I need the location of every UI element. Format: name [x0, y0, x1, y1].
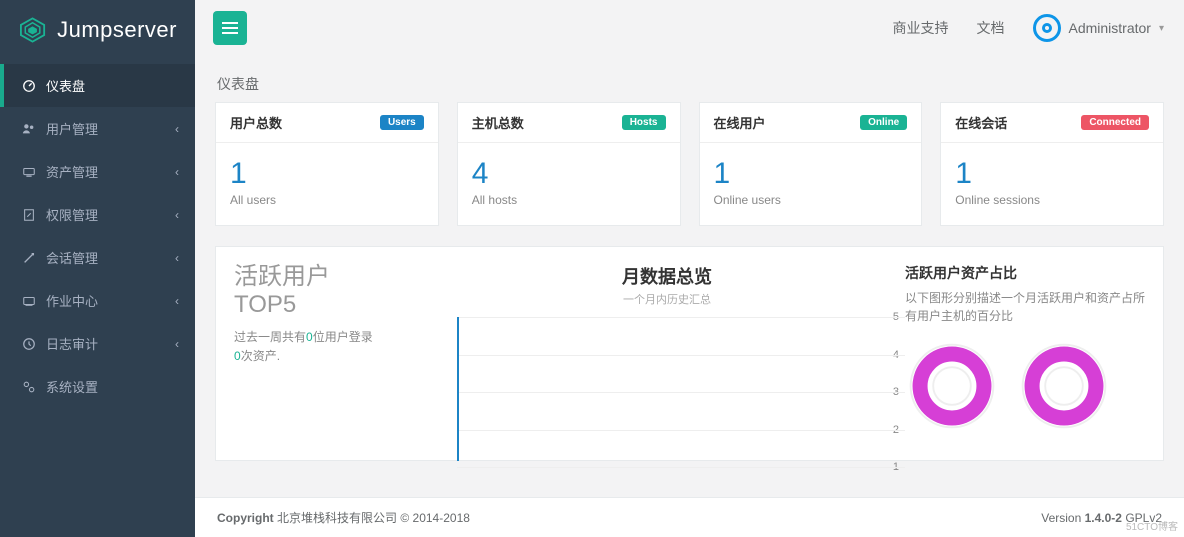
- support-link[interactable]: 商业支持: [893, 18, 949, 38]
- stat-users: 用户总数 Users 1 All users: [215, 102, 439, 226]
- sidebar-item-users[interactable]: 用户管理 ‹: [0, 107, 195, 150]
- stat-value: 1: [714, 157, 908, 191]
- sidebar-item-dashboard[interactable]: 仪表盘: [0, 64, 195, 107]
- stat-badge: Hosts: [622, 115, 666, 130]
- stat-sub: Online users: [714, 193, 908, 207]
- sidebar-item-label: 日志审计: [46, 334, 98, 353]
- chevron-left-icon: ‹: [175, 165, 179, 179]
- sidebar-nav: 仪表盘 用户管理 ‹ 资产管理 ‹ 权限管理 ‹ 会话管理 ‹: [0, 64, 195, 408]
- stat-title: 主机总数: [472, 113, 524, 132]
- ratio-title: 活跃用户资产占比: [905, 263, 1145, 283]
- stats-row: 用户总数 Users 1 All users 主机总数 Hosts 4 All host…: [215, 102, 1164, 226]
- users-icon: [22, 122, 36, 136]
- breadcrumb: 仪表盘: [195, 56, 1184, 102]
- sidebar-item-settings[interactable]: 系统设置: [0, 365, 195, 408]
- asset-icon: [22, 165, 36, 179]
- sidebar-item-logs[interactable]: 日志审计 ‹: [0, 322, 195, 365]
- stat-value: 1: [230, 157, 424, 191]
- stat-title: 用户总数: [230, 113, 282, 132]
- sidebar-item-label: 会话管理: [46, 248, 98, 267]
- chevron-left-icon: ‹: [175, 294, 179, 308]
- stat-title: 在线会话: [955, 113, 1007, 132]
- stat-online-users: 在线用户 Online 1 Online users: [699, 102, 923, 226]
- ratio-panel: 活跃用户资产占比 以下图形分别描述一个月活跃用户和资产占所有用户主机的百分比: [905, 263, 1145, 460]
- stat-hosts: 主机总数 Hosts 4 All hosts: [457, 102, 681, 226]
- stat-sub: Online sessions: [955, 193, 1149, 207]
- stat-value: 4: [472, 157, 666, 191]
- chevron-left-icon: ‹: [175, 337, 179, 351]
- stat-sub: All hosts: [472, 193, 666, 207]
- top5-panel: 活跃用户 TOP5 过去一周共有0位用户登录0次资产.: [234, 263, 429, 460]
- hamburger-icon: [222, 22, 238, 34]
- version: 1.4.0-2: [1085, 511, 1122, 525]
- brand-name: Jumpserver: [57, 17, 177, 43]
- log-icon: [22, 337, 36, 351]
- donut-assets: [1017, 339, 1111, 433]
- stat-title: 在线用户: [714, 113, 766, 132]
- user-name: Administrator: [1069, 20, 1151, 36]
- logo-icon: [18, 14, 47, 46]
- version-label: Version: [1041, 511, 1081, 525]
- user-menu[interactable]: Administrator ▾: [1033, 14, 1165, 42]
- sidebar-item-sessions[interactable]: 会话管理 ‹: [0, 236, 195, 279]
- sidebar-toggle-button[interactable]: [213, 11, 247, 45]
- sidebar-item-label: 资产管理: [46, 162, 98, 181]
- sidebar-item-label: 系统设置: [46, 377, 98, 396]
- donut-row: [905, 339, 1145, 433]
- dashboard-icon: [22, 79, 36, 93]
- chevron-left-icon: ‹: [175, 251, 179, 265]
- stat-badge: Online: [860, 115, 907, 130]
- sidebar-item-label: 作业中心: [46, 291, 98, 310]
- chevron-left-icon: ‹: [175, 208, 179, 222]
- monthly-chart: 12345: [429, 313, 905, 473]
- footer: Copyright 北京堆栈科技有限公司 © 2014-2018 Version…: [195, 497, 1184, 537]
- job-icon: [22, 294, 36, 308]
- stat-badge: Connected: [1081, 115, 1149, 130]
- sidebar-item-label: 仪表盘: [46, 76, 85, 95]
- settings-icon: [22, 380, 36, 394]
- top5-desc: 过去一周共有0位用户登录0次资产.: [234, 328, 429, 366]
- sidebar-item-permissions[interactable]: 权限管理 ‹: [0, 193, 195, 236]
- permission-icon: [22, 208, 36, 222]
- sidebar-item-label: 用户管理: [46, 119, 98, 138]
- chevron-left-icon: ‹: [175, 122, 179, 136]
- stat-sub: All users: [230, 193, 424, 207]
- session-icon: [22, 251, 36, 265]
- user-avatar-icon: [1033, 14, 1061, 42]
- stat-value: 1: [955, 157, 1149, 191]
- copyright-label: Copyright: [217, 511, 274, 525]
- brand[interactable]: Jumpserver: [0, 0, 195, 64]
- top5-title-line2: TOP5: [234, 291, 429, 319]
- stat-badge: Users: [380, 115, 424, 130]
- sidebar-item-label: 权限管理: [46, 205, 98, 224]
- ratio-desc: 以下图形分别描述一个月活跃用户和资产占所有用户主机的百分比: [905, 289, 1145, 325]
- sidebar: Jumpserver 仪表盘 用户管理 ‹ 资产管理 ‹ 权限管理 ‹: [0, 0, 195, 537]
- top5-title-line1: 活跃用户: [234, 263, 429, 291]
- monthly-title: 月数据总览: [429, 263, 905, 289]
- stat-sessions: 在线会话 Connected 1 Online sessions: [940, 102, 1164, 226]
- monthly-panel: 月数据总览 一个月内历史汇总 12345: [429, 263, 905, 460]
- sidebar-item-assets[interactable]: 资产管理 ‹: [0, 150, 195, 193]
- monthly-sub: 一个月内历史汇总: [429, 291, 905, 307]
- analytics-row: 活跃用户 TOP5 过去一周共有0位用户登录0次资产. 月数据总览 一个月内历史…: [215, 246, 1164, 461]
- main: 商业支持 文档 Administrator ▾ 仪表盘 用户总数 Users 1 A…: [195, 0, 1184, 537]
- company: 北京堆栈科技有限公司 © 2014-2018: [277, 509, 470, 526]
- donut-users: [905, 339, 999, 433]
- caret-down-icon: ▾: [1159, 23, 1164, 34]
- sidebar-item-jobs[interactable]: 作业中心 ‹: [0, 279, 195, 322]
- docs-link[interactable]: 文档: [977, 18, 1005, 38]
- topbar: 商业支持 文档 Administrator ▾: [195, 0, 1184, 56]
- watermark: 51CTO博客: [1126, 518, 1178, 533]
